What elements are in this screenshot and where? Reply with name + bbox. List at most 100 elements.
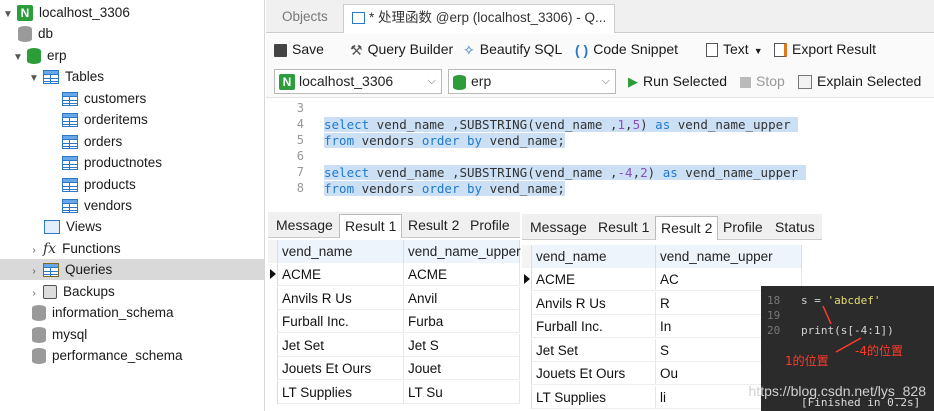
table-cell[interactable]: Jet Set	[532, 338, 656, 362]
connection-icon: N	[279, 74, 295, 91]
stop-button[interactable]: Stop	[740, 66, 785, 96]
backup-icon	[43, 285, 57, 300]
beautify-icon: ✧	[463, 42, 475, 59]
code-line-8: from vendors order by vend_name;	[324, 181, 565, 196]
chevron-right-icon[interactable]: ›	[28, 240, 40, 261]
column-header[interactable]: vend_name_upper	[404, 240, 521, 263]
table-cell[interactable]: Jouet	[404, 357, 520, 381]
tree-db-db[interactable]: db	[18, 23, 53, 44]
table-cell[interactable]: Jouets Et Ours	[278, 357, 404, 381]
row-marker[interactable]	[522, 362, 532, 386]
explain-selected-button[interactable]: Explain Selected	[798, 66, 921, 96]
tree-backups[interactable]: › Backups	[28, 281, 115, 302]
code-line-4: select vend_name ,SUBSTRING(vend_name ,1…	[324, 117, 799, 132]
table-cell[interactable]: Anvils R Us	[278, 286, 404, 310]
save-icon	[274, 43, 287, 57]
chevron-down-icon[interactable]: ▼	[12, 47, 24, 68]
tree-tables[interactable]: ▼ Tables	[28, 66, 104, 87]
table-cell[interactable]: LT Su	[404, 381, 520, 404]
table-icon	[62, 92, 78, 107]
selector-row: Nlocalhost_3306 ⌵ erp ⌵ ▶ Run Selected Stop…	[266, 64, 934, 98]
tree-functions[interactable]: › fx Functions	[28, 238, 120, 261]
tree-views[interactable]: Views	[44, 216, 102, 237]
navigator-sidebar: ▼ Nlocalhost_3306 db ▼ erp ▼ Tables custome…	[0, 0, 265, 411]
left-result-tabs: Message Result 1 Result 2 Profile	[268, 212, 520, 238]
database-select[interactable]: erp ⌵	[448, 69, 616, 94]
table-cell[interactable]: Anvil	[404, 286, 520, 310]
beautify-sql-button[interactable]: ✧ Beautify SQL	[463, 34, 562, 64]
function-icon: fx	[43, 240, 57, 257]
export-result-button[interactable]: Export Result	[774, 34, 876, 64]
table-cell[interactable]: ACME	[278, 263, 404, 286]
tree-connection[interactable]: ▼ Nlocalhost_3306	[2, 2, 130, 23]
tab-objects[interactable]: Objects	[274, 4, 336, 33]
snippet-icon: ( )	[575, 42, 589, 59]
tab-profile[interactable]: Profile	[718, 216, 768, 240]
tree-table-orderitems[interactable]: orderitems	[62, 109, 148, 130]
tree-db-performance-schema[interactable]: performance_schema	[32, 345, 183, 366]
tree-table-customers[interactable]: customers	[62, 88, 146, 109]
line-number: 3	[296, 101, 304, 115]
column-header[interactable]: vend_name	[532, 245, 656, 268]
save-button[interactable]: Save	[274, 34, 324, 64]
row-marker[interactable]	[268, 286, 278, 310]
tab-result-2[interactable]: Result 2	[655, 216, 719, 240]
tree-queries[interactable]: › Queries	[0, 259, 264, 280]
tab-result-1[interactable]: Result 1	[339, 214, 403, 238]
chevron-down-icon[interactable]: ▼	[28, 68, 40, 89]
chevron-right-icon[interactable]: ›	[28, 283, 40, 304]
tree-table-orders[interactable]: orders	[62, 131, 122, 152]
query-builder-button[interactable]: ⚒ Query Builder	[350, 34, 453, 64]
tree-db-information-schema[interactable]: information_schema	[32, 302, 174, 323]
column-header[interactable]: vend_name	[278, 240, 404, 263]
table-cell[interactable]: LT Supplies	[278, 381, 404, 404]
connection-select[interactable]: Nlocalhost_3306 ⌵	[274, 69, 442, 94]
row-marker[interactable]	[522, 338, 532, 362]
tree-db-mysql[interactable]: mysql	[32, 324, 87, 345]
tab-result-1[interactable]: Result 1	[593, 216, 654, 240]
line-number: 8	[296, 181, 304, 195]
text-dropdown-button[interactable]: Text ▼	[706, 34, 763, 64]
tree-table-products[interactable]: products	[62, 174, 136, 195]
tab-message[interactable]: Message	[525, 216, 592, 240]
row-marker[interactable]	[268, 310, 278, 334]
table-cell[interactable]: LT Supplies	[532, 386, 656, 409]
chevron-right-icon[interactable]: ›	[28, 261, 40, 282]
table-cell[interactable]: Jouets Et Ours	[532, 362, 656, 386]
tab-query[interactable]: * 处理函数 @erp (localhost_3306) - Q...	[343, 4, 616, 33]
table-cell[interactable]: Jet Set	[278, 333, 404, 357]
table-cell[interactable]: Furball Inc.	[532, 315, 656, 339]
chevron-down-icon[interactable]: ▼	[2, 4, 14, 25]
database-icon	[453, 74, 466, 90]
table-cell[interactable]: Jet S	[404, 333, 520, 357]
row-marker[interactable]	[268, 381, 278, 404]
column-header[interactable]: vend_name_upper	[656, 245, 802, 268]
tab-profile[interactable]: Profile	[465, 214, 515, 238]
row-marker[interactable]	[522, 291, 532, 315]
tree-table-productnotes[interactable]: productnotes	[62, 152, 162, 173]
tree-db-erp[interactable]: ▼ erp	[12, 45, 67, 66]
tab-status[interactable]: Status	[770, 216, 820, 240]
table-cell[interactable]: Anvils R Us	[532, 291, 656, 315]
table-cell[interactable]: ACME	[532, 268, 656, 291]
stop-icon	[740, 76, 751, 88]
sql-editor[interactable]: 3 4 5 6 7 8 select vend_name ,SUBSTRING(…	[266, 98, 934, 208]
tab-result-2[interactable]: Result 2	[403, 214, 464, 238]
code-line-7: select vend_name ,SUBSTRING(vend_name ,-…	[324, 165, 806, 180]
table-cell[interactable]: Furba	[404, 310, 520, 334]
row-marker[interactable]	[268, 333, 278, 357]
row-marker[interactable]	[522, 315, 532, 339]
code-snippet-button[interactable]: ( ) Code Snippet	[575, 34, 678, 64]
row-marker[interactable]	[268, 263, 278, 286]
row-marker[interactable]	[522, 386, 532, 409]
database-icon	[32, 327, 46, 344]
tree-table-vendors[interactable]: vendors	[62, 195, 132, 216]
database-icon	[18, 26, 32, 43]
row-marker[interactable]	[522, 268, 532, 291]
table-cell[interactable]: Furball Inc.	[278, 310, 404, 334]
table-cell[interactable]: ACME	[404, 263, 520, 286]
run-selected-button[interactable]: ▶ Run Selected	[628, 66, 727, 96]
table-icon	[62, 156, 78, 171]
tab-message[interactable]: Message	[271, 214, 338, 238]
row-marker[interactable]	[268, 357, 278, 381]
